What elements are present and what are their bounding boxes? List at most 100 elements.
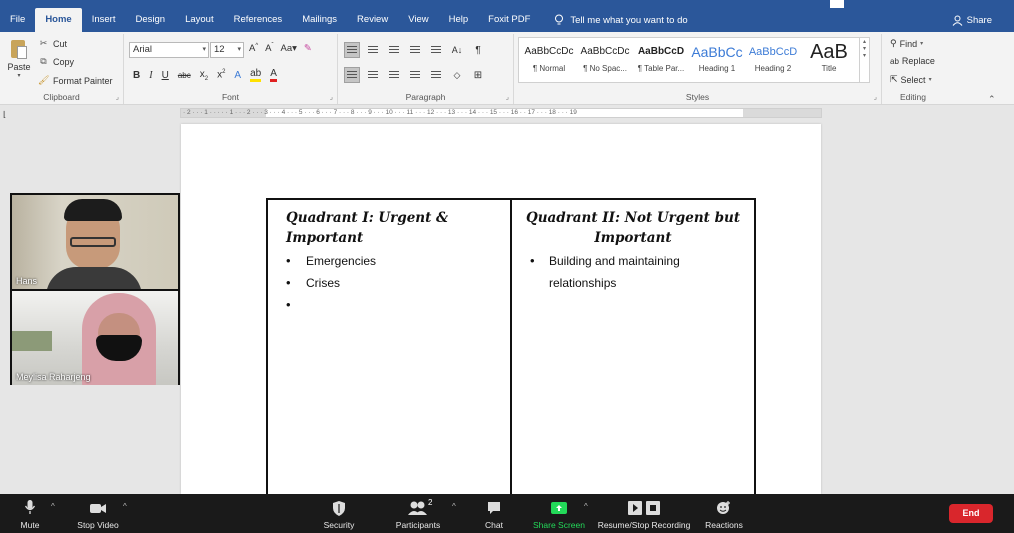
cut-label: Cut xyxy=(53,38,68,49)
tab-mailings[interactable]: Mailings xyxy=(292,8,347,32)
video-panel[interactable]: Hans Meylisa Raharjeng xyxy=(10,193,180,385)
paste-button[interactable]: Paste ▾ xyxy=(6,38,32,79)
style-heading-2[interactable]: AaBbCcD Heading 2 xyxy=(745,40,801,80)
font-color-icon[interactable]: A xyxy=(270,68,277,82)
mute-button[interactable]: Mute xyxy=(16,498,44,530)
replace-button[interactable]: ab Replace xyxy=(890,56,935,66)
style-normal[interactable]: AaBbCcDc ¶ Normal xyxy=(521,40,577,80)
tab-help[interactable]: Help xyxy=(439,8,479,32)
chevron-up-icon[interactable]: ^ xyxy=(123,502,127,511)
list-item: Emergencies xyxy=(268,250,510,272)
title-bar xyxy=(0,0,1014,8)
video-tile-hans[interactable]: Hans xyxy=(12,195,178,289)
font-size-input[interactable]: 12 ▾ xyxy=(210,42,244,58)
subscript-icon[interactable]: x2 xyxy=(200,69,208,82)
video-tile-meylisa[interactable]: Meylisa Raharjeng xyxy=(12,291,178,385)
pilcrow-icon[interactable]: ¶ xyxy=(470,42,486,58)
horizontal-ruler[interactable]: · 2 · · · 1 · · · · · 1 · · · 2 · · · 3 … xyxy=(180,108,822,118)
font-name-input[interactable]: Arial ▾ xyxy=(129,42,209,58)
style-no-spacing[interactable]: AaBbCcDc ¶ No Spac... xyxy=(577,40,633,80)
participants-button[interactable]: 2 Participants xyxy=(390,498,446,530)
borders-icon[interactable]: ⊞ xyxy=(470,67,486,83)
select-label: Select xyxy=(900,74,926,85)
increase-indent-icon[interactable] xyxy=(428,42,444,58)
search-icon: ⚲ xyxy=(890,38,897,48)
end-meeting-button[interactable]: End xyxy=(949,504,993,523)
superscript-icon[interactable]: x2 xyxy=(217,69,225,80)
highlight-icon[interactable]: ab xyxy=(250,68,262,82)
copy-button[interactable]: ⧉ Copy xyxy=(38,56,74,67)
tab-selector-icon[interactable]: ⌊ xyxy=(3,110,6,119)
bold-icon[interactable]: B xyxy=(133,70,140,81)
collapse-ribbon-icon[interactable]: ⌃ xyxy=(988,94,996,105)
style-heading-1[interactable]: AaBbCc Heading 1 xyxy=(689,40,745,80)
security-button[interactable]: Security xyxy=(320,498,358,530)
chevron-up-icon[interactable]: ^ xyxy=(51,502,55,511)
share-screen-button[interactable]: Share Screen xyxy=(532,498,586,530)
tab-home[interactable]: Home xyxy=(35,8,82,32)
cut-button[interactable]: ✂ Cut xyxy=(38,38,67,49)
video-camera-icon xyxy=(90,504,106,513)
tab-review[interactable]: Review xyxy=(347,8,398,32)
bullets-icon[interactable] xyxy=(344,42,360,58)
tell-me-box[interactable]: Tell me what you want to do xyxy=(554,14,688,26)
align-center-icon[interactable] xyxy=(365,67,381,83)
find-button[interactable]: ⚲ Find ▾ xyxy=(890,38,923,49)
numbering-icon[interactable] xyxy=(365,42,381,58)
recording-button[interactable]: Resume/Stop Recording xyxy=(596,498,692,530)
style-table-paragraph[interactable]: AaBbCcD ¶ Table Par... xyxy=(633,40,689,80)
tab-insert[interactable]: Insert xyxy=(82,8,126,32)
shading-icon[interactable]: ◇ xyxy=(449,67,465,83)
format-painter-button[interactable]: 🖌 Format Painter xyxy=(38,75,113,86)
share-button[interactable]: Share xyxy=(952,15,992,26)
underline-icon[interactable]: U xyxy=(162,70,169,81)
italic-icon[interactable]: I xyxy=(149,70,152,81)
tab-foxit-pdf[interactable]: Foxit PDF xyxy=(478,8,540,32)
grow-font-icon[interactable]: A^ xyxy=(249,43,258,54)
decrease-indent-icon[interactable] xyxy=(407,42,423,58)
clipboard-label: Clipboard xyxy=(43,92,80,102)
change-case-icon[interactable]: Aa▾ xyxy=(281,43,297,54)
tab-file[interactable]: File xyxy=(0,8,35,32)
text-effects-icon[interactable]: A xyxy=(234,70,241,81)
security-label: Security xyxy=(323,520,355,530)
style-sample: AaBbCcDc xyxy=(580,46,630,57)
line-spacing-icon[interactable] xyxy=(428,67,444,83)
align-left-icon[interactable] xyxy=(344,67,360,83)
multilevel-list-icon[interactable] xyxy=(386,42,402,58)
quadrant-1-cell[interactable]: Quadrant I: Urgent & Important Emergenci… xyxy=(268,200,512,494)
stop-video-button[interactable]: Stop Video xyxy=(74,498,122,530)
dialog-launcher-icon[interactable]: ⌟ xyxy=(874,93,877,101)
style-sample: AaB xyxy=(810,41,848,63)
stop-video-label: Stop Video xyxy=(77,520,119,530)
editing-label: Editing xyxy=(900,92,926,102)
dialog-launcher-icon[interactable]: ⌟ xyxy=(330,93,333,101)
dialog-launcher-icon[interactable]: ⌟ xyxy=(506,93,509,101)
tab-view[interactable]: View xyxy=(398,8,438,32)
recording-label: Resume/Stop Recording xyxy=(597,520,691,530)
quadrant-2-cell[interactable]: Quadrant II: Not Urgent but Important Bu… xyxy=(512,200,754,494)
style-title[interactable]: AaB Title xyxy=(801,40,857,80)
chevron-up-icon[interactable]: ^ xyxy=(452,502,456,511)
strikethrough-icon[interactable]: abc xyxy=(178,71,191,80)
quadrant-table[interactable]: Quadrant I: Urgent & Important Emergenci… xyxy=(266,198,756,494)
paintbrush-icon: 🖌 xyxy=(38,75,50,85)
chevron-up-icon[interactable]: ^ xyxy=(584,502,588,511)
select-button[interactable]: ⇱ Select ▾ xyxy=(890,74,932,85)
styles-scroll[interactable]: ▴ ▾ ▾ xyxy=(859,38,869,82)
tab-design[interactable]: Design xyxy=(125,8,175,32)
window-button-icon[interactable] xyxy=(830,0,844,8)
document-page[interactable]: Quadrant I: Urgent & Important Emergenci… xyxy=(181,124,821,494)
reactions-button[interactable]: Reactions xyxy=(703,498,745,530)
tab-references[interactable]: References xyxy=(224,8,293,32)
clear-formatting-icon[interactable]: ✎ xyxy=(304,43,312,54)
dialog-launcher-icon[interactable]: ⌟ xyxy=(116,93,119,101)
shrink-font-icon[interactable]: Aˇ xyxy=(265,43,273,54)
justify-icon[interactable] xyxy=(407,67,423,83)
align-right-icon[interactable] xyxy=(386,67,402,83)
chat-button[interactable]: Chat xyxy=(480,498,508,530)
sort-icon[interactable]: A↓ xyxy=(449,42,465,58)
tab-layout[interactable]: Layout xyxy=(175,8,224,32)
find-label: Find xyxy=(899,38,918,49)
lightbulb-icon xyxy=(555,14,564,25)
